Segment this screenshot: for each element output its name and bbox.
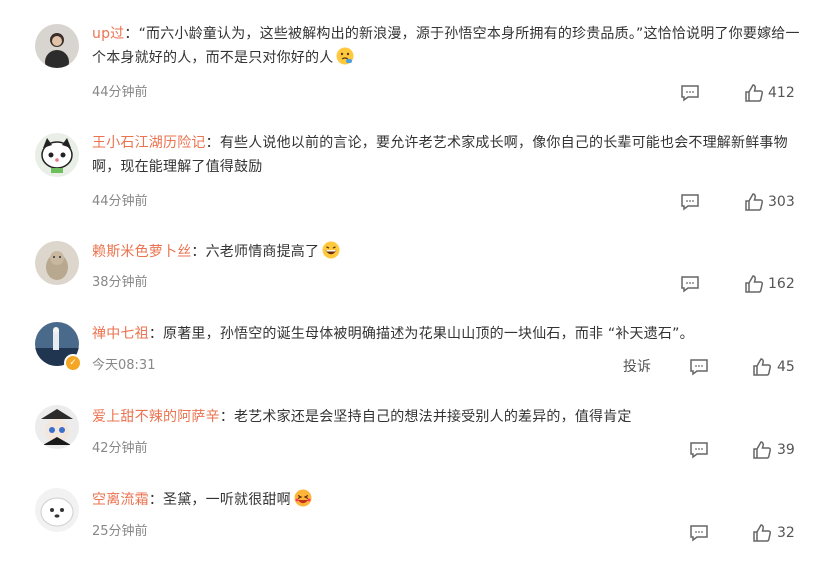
comment-icon[interactable] <box>680 193 700 211</box>
comment-text: 空离流霜：圣黛，一听就很甜啊 <box>92 488 804 512</box>
report-button[interactable]: 投诉 <box>623 356 651 376</box>
laughing-face-emoji <box>293 488 313 508</box>
grinning-face-emoji <box>321 240 341 260</box>
comment-icon[interactable] <box>689 441 709 459</box>
comment-time: 44分钟前 <box>92 194 148 209</box>
comment-content: “而六小龄童认为，这些被解构出的新浪漫，源于孙悟空本身所拥有的珍贵品质。”这恰恰… <box>92 26 800 66</box>
comment-text: 禅中七祖：原著里，孙悟空的诞生母体被明确描述为花果山山顶的一块仙石，而非 “补天… <box>92 326 694 342</box>
thumbs-up-icon[interactable] <box>744 274 764 294</box>
comment-icon[interactable] <box>689 524 709 542</box>
thumbs-up-icon[interactable] <box>744 83 764 103</box>
verified-badge-icon: ✓ <box>64 354 82 372</box>
thumbs-up-icon[interactable] <box>752 440 772 460</box>
comment-icon[interactable] <box>689 358 709 376</box>
username-link[interactable]: 爱上甜不辣的阿萨辛 <box>92 409 220 425</box>
comment-text: up过：“而六小龄童认为，这些被解构出的新浪漫，源于孙悟空本身所拥有的珍贵品质。… <box>92 26 800 66</box>
username-link[interactable]: 禅中七祖 <box>92 326 149 342</box>
avatar[interactable] <box>35 405 79 449</box>
comment-item: 王小石江湖历险记：有些人说他以前的言论，要允许老艺术家成长啊，像你自己的长辈可能… <box>0 133 820 233</box>
comment-item: 赖斯米色萝卜丝：六老师情商提高了 38分钟前 162 <box>0 241 820 311</box>
avatar[interactable] <box>35 24 79 68</box>
comment-time: 38分钟前 <box>92 275 148 290</box>
like-count: 39 <box>777 442 795 458</box>
comment-icon[interactable] <box>680 84 700 102</box>
comment-content: 六老师情商提高了 <box>205 244 320 260</box>
comment-item: up过：“而六小龄童认为，这些被解构出的新浪漫，源于孙悟空本身所拥有的珍贵品质。… <box>0 24 820 124</box>
comment-time: 今天08:31 <box>92 358 156 373</box>
username-link[interactable]: 空离流霜 <box>92 492 149 508</box>
like-count: 45 <box>777 359 795 375</box>
like-count: 32 <box>777 525 795 541</box>
avatar[interactable] <box>35 133 79 177</box>
avatar[interactable] <box>35 488 79 532</box>
comment-time: 25分钟前 <box>92 524 148 539</box>
comment-text: 赖斯米色萝卜丝：六老师情商提高了 <box>92 240 804 264</box>
comment-item: ✓ 禅中七祖：原著里，孙悟空的诞生母体被明确描述为花果山山顶的一块仙石，而非 “… <box>0 322 820 392</box>
comment-text: 爱上甜不辣的阿萨辛：老艺术家还是会坚持自己的想法并接受别人的差异的，值得肯定 <box>92 409 632 425</box>
username-link[interactable]: 赖斯米色萝卜丝 <box>92 244 191 260</box>
comment-content: 老艺术家还是会坚持自己的想法并接受别人的差异的，值得肯定 <box>234 409 632 425</box>
like-count: 162 <box>768 276 795 292</box>
thumbs-up-icon[interactable] <box>744 192 764 212</box>
comment-item: 爱上甜不辣的阿萨辛：老艺术家还是会坚持自己的想法并接受别人的差异的，值得肯定 4… <box>0 405 820 475</box>
like-count: 412 <box>768 85 795 101</box>
thumbs-up-icon[interactable] <box>752 523 772 543</box>
comment-time: 44分钟前 <box>92 85 148 100</box>
avatar[interactable] <box>35 241 79 285</box>
comment-content: 原著里，孙悟空的诞生母体被明确描述为花果山山顶的一块仙石，而非 “补天遗石”。 <box>163 326 694 342</box>
thumbs-up-icon[interactable] <box>752 357 772 377</box>
thinking-face-emoji <box>335 46 355 66</box>
comment-time: 42分钟前 <box>92 441 148 456</box>
comment-content: 圣黛，一听就很甜啊 <box>163 492 291 508</box>
comment-icon[interactable] <box>680 275 700 293</box>
username-link[interactable]: 王小石江湖历险记 <box>92 135 206 151</box>
comment-text: 王小石江湖历险记：有些人说他以前的言论，要允许老艺术家成长啊，像你自己的长辈可能… <box>92 135 788 175</box>
comment-item: 空离流霜：圣黛，一听就很甜啊 25分钟前 32 <box>0 488 820 558</box>
like-count: 303 <box>768 194 795 210</box>
username-link[interactable]: up过 <box>92 26 124 42</box>
